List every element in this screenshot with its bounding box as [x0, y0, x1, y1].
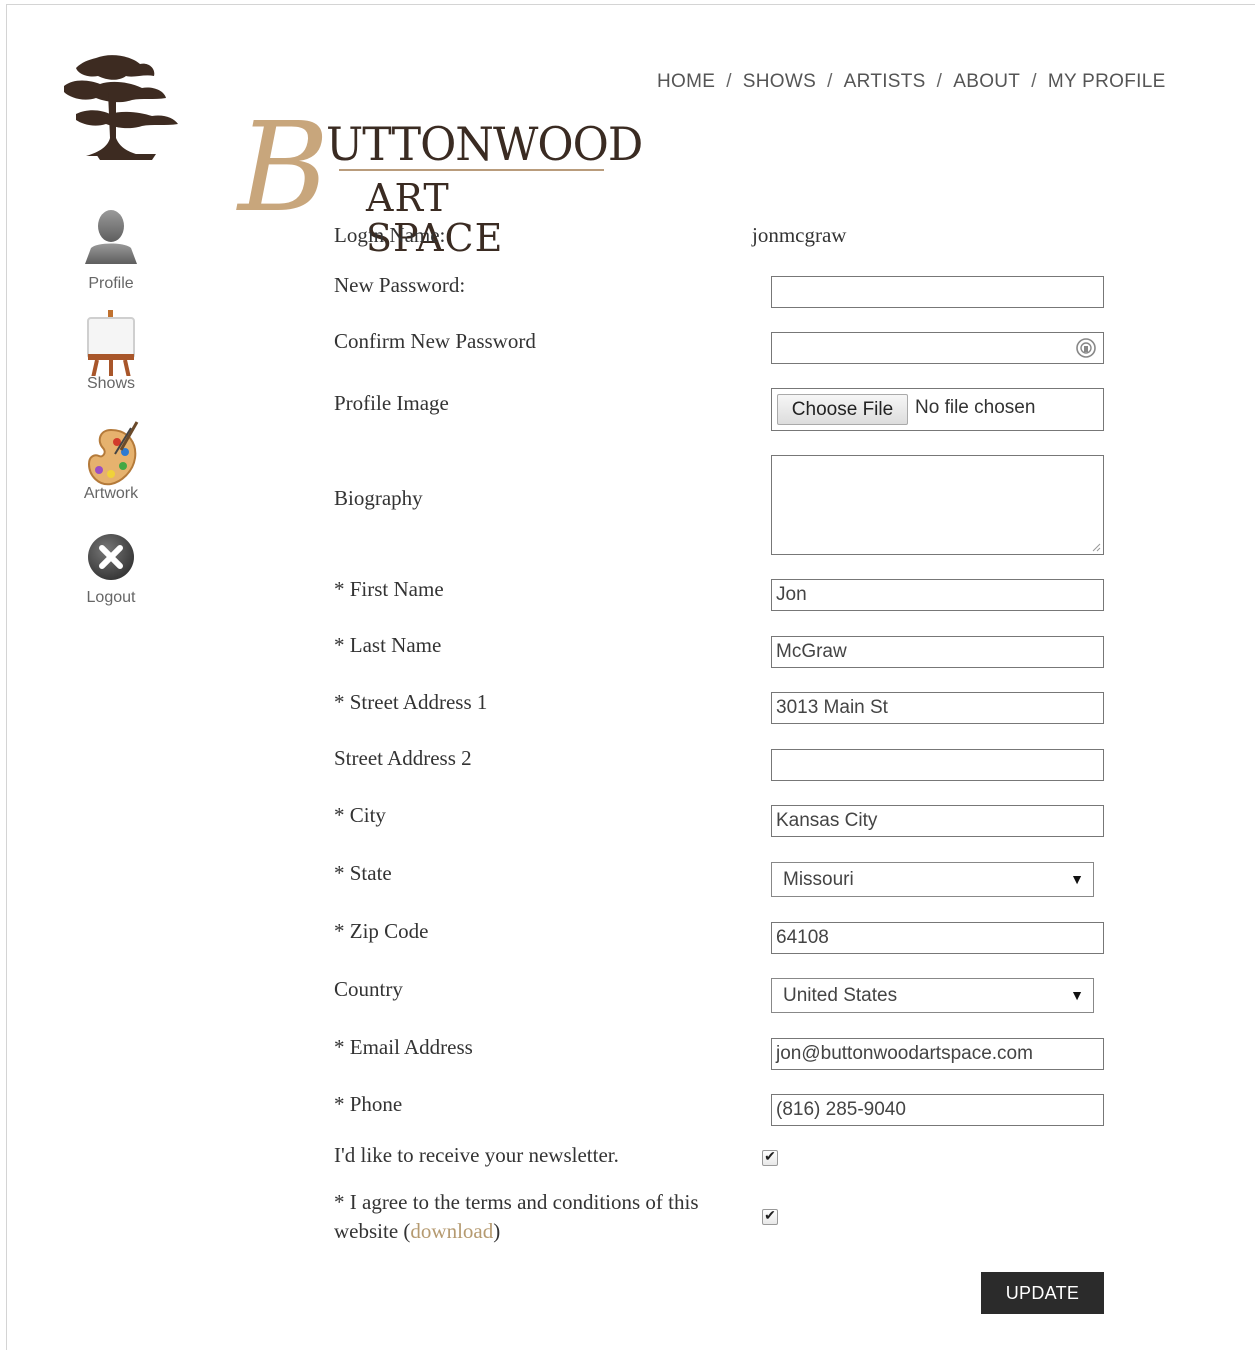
biography-label: Biography — [334, 486, 423, 510]
street-address-2-label: Street Address 2 — [334, 746, 472, 770]
state-label: * State — [334, 861, 392, 885]
zip-code-label: * Zip Code — [334, 919, 429, 943]
first-name-label: * First Name — [334, 577, 444, 601]
zip-code-field[interactable]: 64108 — [771, 922, 1104, 954]
state-select[interactable]: Missouri ▼ — [771, 862, 1094, 897]
confirm-password-label: Confirm New Password — [334, 329, 536, 353]
resize-handle-icon[interactable] — [1091, 542, 1101, 552]
street-address-1-field[interactable]: 3013 Main St — [771, 692, 1104, 724]
nav-my-profile[interactable]: MY PROFILE — [1048, 71, 1166, 92]
user-icon — [85, 210, 137, 264]
email-label: * Email Address — [334, 1035, 473, 1059]
site-logo[interactable]: B UTTONWOOD ART SPACE — [56, 52, 643, 258]
top-nav: HOME / SHOWS / ARTISTS / ABOUT / MY PROFILE — [657, 71, 1166, 93]
confirm-password-field[interactable] — [771, 332, 1104, 364]
last-name-field[interactable]: McGraw — [771, 636, 1104, 668]
street-address-1-label: * Street Address 1 — [334, 690, 488, 714]
city-label: * City — [334, 803, 386, 827]
easel-icon — [87, 310, 135, 379]
login-name-value: jonmcgraw — [752, 223, 847, 247]
sidebar-item-logout[interactable]: Logout — [66, 532, 156, 607]
choose-file-button[interactable]: Choose File — [777, 394, 908, 425]
sidebar-item-shows[interactable]: Shows — [66, 310, 156, 393]
nav-shows[interactable]: SHOWS — [743, 71, 816, 92]
logo-divider — [339, 169, 604, 171]
nav-home[interactable]: HOME — [657, 71, 715, 92]
email-field[interactable]: jon@buttonwoodartspace.com — [771, 1038, 1104, 1070]
newsletter-label: I'd like to receive your newsletter. — [334, 1143, 619, 1167]
nav-separator: / — [1031, 71, 1037, 92]
phone-label: * Phone — [334, 1092, 403, 1116]
state-select-value: Missouri — [783, 869, 854, 890]
sidebar-item-label: Profile — [88, 275, 134, 292]
sidebar-item-label: Logout — [86, 589, 136, 606]
newsletter-checkbox[interactable]: ✔ — [762, 1150, 778, 1166]
update-button[interactable]: UPDATE — [981, 1272, 1104, 1314]
page-frame — [6, 4, 1255, 1350]
first-name-field[interactable]: Jon — [771, 579, 1104, 611]
terms-text: * I agree to the terms and conditions of… — [334, 1190, 699, 1243]
nav-artists[interactable]: ARTISTS — [844, 71, 926, 92]
nav-about[interactable]: ABOUT — [953, 71, 1020, 92]
phone-field[interactable]: (816) 285-9040 — [771, 1094, 1104, 1126]
palette-icon — [87, 421, 139, 486]
country-label: Country — [334, 977, 403, 1001]
file-status-text: No file chosen — [915, 397, 1036, 418]
sidebar-item-label: Artwork — [83, 485, 139, 502]
sidebar-item-label: Shows — [86, 375, 136, 392]
terms-close: ) — [493, 1219, 501, 1243]
city-field[interactable]: Kansas City — [771, 805, 1104, 837]
new-password-field[interactable] — [771, 276, 1104, 308]
sidebar-item-artwork[interactable]: Artwork — [66, 420, 156, 503]
biography-textarea[interactable] — [771, 455, 1104, 555]
nav-separator: / — [936, 71, 943, 92]
tree-logo-icon — [64, 55, 178, 160]
new-password-label: New Password: — [334, 273, 466, 297]
profile-image-label: Profile Image — [334, 391, 449, 415]
country-select-value: United States — [783, 985, 898, 1006]
last-name-label: * Last Name — [334, 633, 442, 657]
terms-checkbox[interactable]: ✔ — [762, 1209, 778, 1225]
profile-image-input[interactable]: Choose File No file chosen — [771, 388, 1104, 431]
logo-letter: B — [238, 96, 330, 240]
nav-separator: / — [827, 71, 833, 92]
terms-download-link[interactable]: download — [410, 1219, 493, 1243]
dropdown-arrow-icon: ▼ — [1070, 871, 1084, 887]
sidebar-item-profile[interactable]: Profile — [66, 208, 156, 293]
country-select[interactable]: United States ▼ — [771, 978, 1094, 1013]
terms-label: * I agree to the terms and conditions of… — [334, 1188, 744, 1246]
dropdown-arrow-icon: ▼ — [1070, 987, 1084, 1003]
street-address-2-field[interactable] — [771, 749, 1104, 781]
password-manager-icon[interactable] — [1075, 337, 1097, 359]
login-name-label: Login Name: — [334, 223, 446, 247]
close-icon — [88, 534, 134, 580]
logo-wordmark: UTTONWOOD — [326, 117, 643, 171]
nav-separator: / — [726, 71, 732, 92]
